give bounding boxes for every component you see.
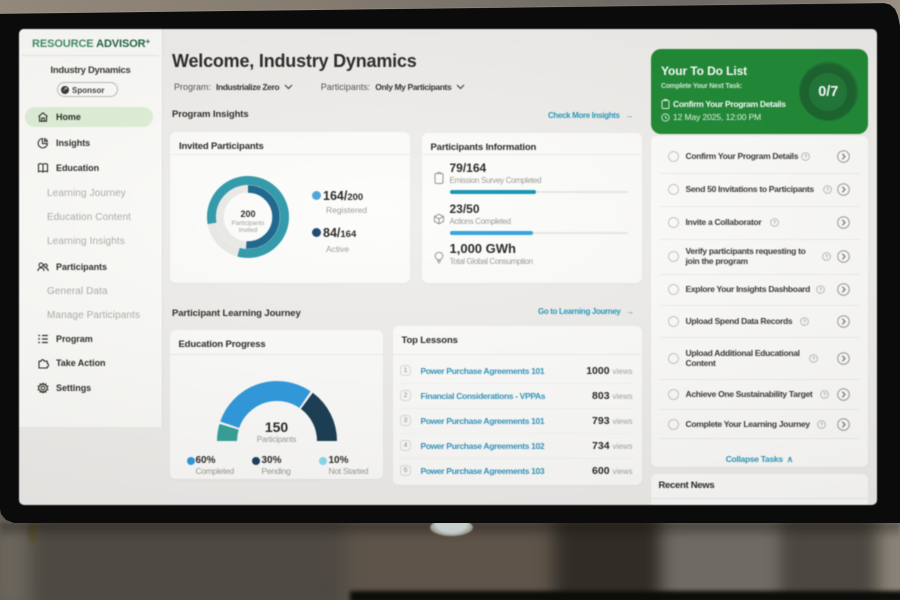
- svg-text:?: ?: [825, 187, 828, 193]
- svg-text:?: ?: [824, 254, 827, 260]
- svg-text:?: ?: [772, 220, 775, 226]
- svg-text:?: ?: [802, 319, 805, 325]
- svg-text:?: ?: [811, 356, 814, 362]
- svg-text:?: ?: [818, 288, 821, 294]
- svg-text:?: ?: [803, 154, 806, 160]
- svg-text:?: ?: [822, 392, 825, 398]
- svg-text:?: ?: [819, 422, 822, 428]
